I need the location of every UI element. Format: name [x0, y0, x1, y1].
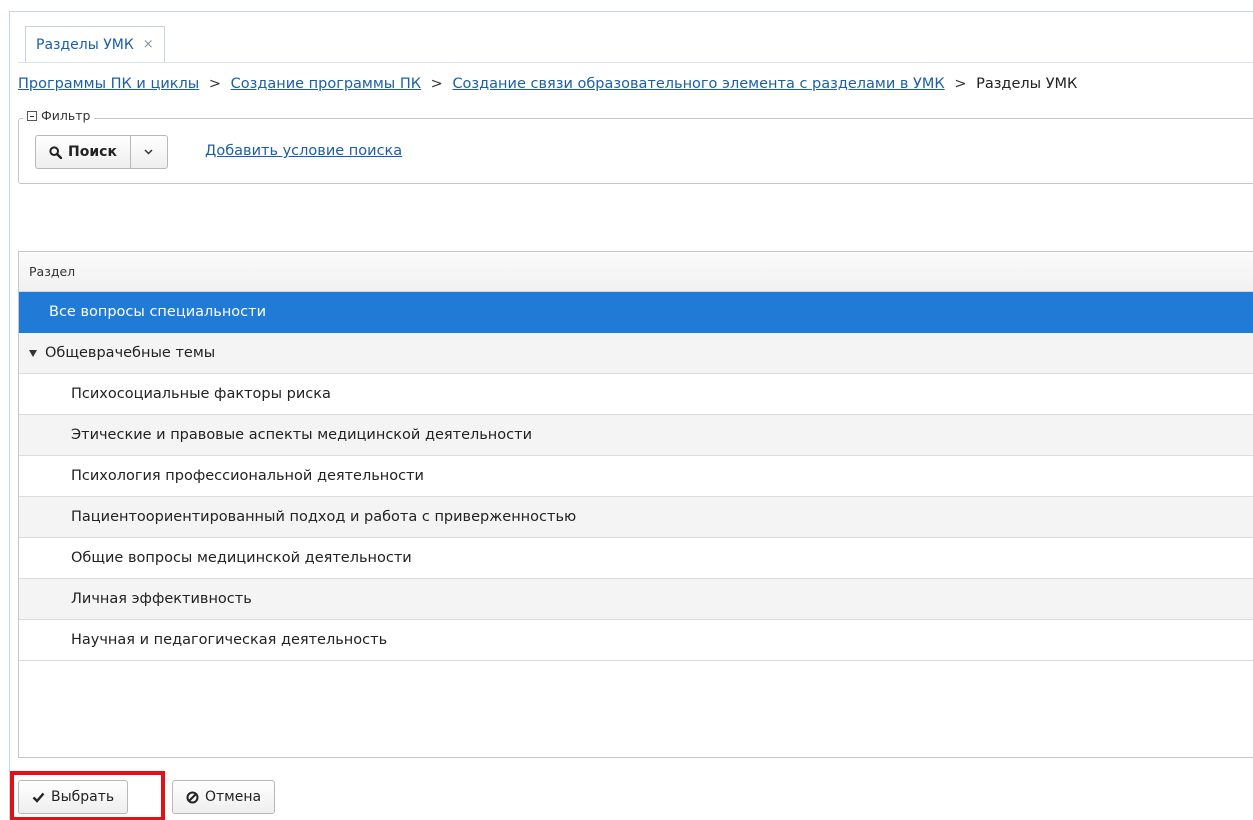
cancel-icon [186, 791, 199, 803]
sections-grid: Раздел Все вопросы специальности Общевра… [18, 251, 1253, 758]
row-label: Общие вопросы медицинской деятельности [71, 550, 412, 566]
select-button-highlight [10, 771, 165, 820]
row-label: Все вопросы специальности [49, 304, 267, 320]
search-button[interactable]: Поиск [36, 136, 131, 168]
caret-down-icon[interactable] [29, 349, 37, 357]
row-label: Этические и правовые аспекты медицинской… [71, 427, 532, 443]
collapse-icon[interactable] [27, 110, 37, 121]
table-row[interactable]: Психология профессиональной деятельности [19, 456, 1253, 497]
close-icon[interactable]: × [143, 37, 154, 52]
row-label: Личная эффективность [71, 591, 252, 607]
tab-strip-divider [18, 62, 1253, 63]
table-row-group[interactable]: Общеврачебные темы [19, 333, 1253, 374]
search-button-group: Поиск [35, 135, 168, 169]
search-icon [49, 145, 62, 159]
table-row[interactable]: Пациентоориентированный подход и работа … [19, 497, 1253, 538]
tab-label: Разделы УМК [36, 36, 134, 53]
breadcrumb-separator: > [208, 76, 221, 92]
row-label: Психология профессиональной деятельности [71, 468, 424, 484]
column-header-label: Раздел [29, 264, 76, 279]
breadcrumb-link-programs[interactable]: Программы ПК и циклы [18, 76, 199, 92]
filter-panel [18, 118, 1253, 184]
filter-legend[interactable]: Фильтр [23, 108, 95, 123]
chevron-down-icon [144, 149, 153, 155]
table-row[interactable]: Научная и педагогическая деятельность [19, 620, 1253, 661]
row-label: Психосоциальные факторы риска [71, 386, 331, 402]
filter-legend-label: Фильтр [41, 108, 91, 123]
breadcrumb-separator: > [954, 76, 967, 92]
table-row[interactable]: Психосоциальные факторы риска [19, 374, 1253, 415]
search-button-label: Поиск [68, 144, 117, 160]
row-label: Общеврачебные темы [45, 345, 216, 361]
row-label: Пациентоориентированный подход и работа … [71, 509, 577, 525]
breadcrumb-separator: > [430, 76, 443, 92]
column-header-section[interactable]: Раздел [19, 252, 1253, 292]
add-search-condition-link[interactable]: Добавить условие поиска [205, 143, 402, 159]
breadcrumb-current: Разделы УМК [976, 76, 1078, 92]
table-row[interactable]: Этические и правовые аспекты медицинской… [19, 415, 1253, 456]
search-options-dropdown[interactable] [131, 136, 167, 168]
table-row[interactable]: Общие вопросы медицинской деятельности [19, 538, 1253, 579]
cancel-button[interactable]: Отмена [172, 780, 276, 814]
tab-razdely-umk[interactable]: Разделы УМК × [25, 26, 165, 62]
breadcrumb-link-create-program[interactable]: Создание программы ПК [231, 76, 421, 92]
table-row[interactable]: Личная эффективность [19, 579, 1253, 620]
cancel-button-label: Отмена [205, 789, 262, 805]
table-row-selected[interactable]: Все вопросы специальности [19, 292, 1253, 333]
row-label: Научная и педагогическая деятельность [71, 632, 388, 648]
breadcrumb: Программы ПК и циклы > Создание программ… [18, 76, 1077, 92]
breadcrumb-link-create-link[interactable]: Создание связи образовательного элемента… [452, 76, 944, 92]
